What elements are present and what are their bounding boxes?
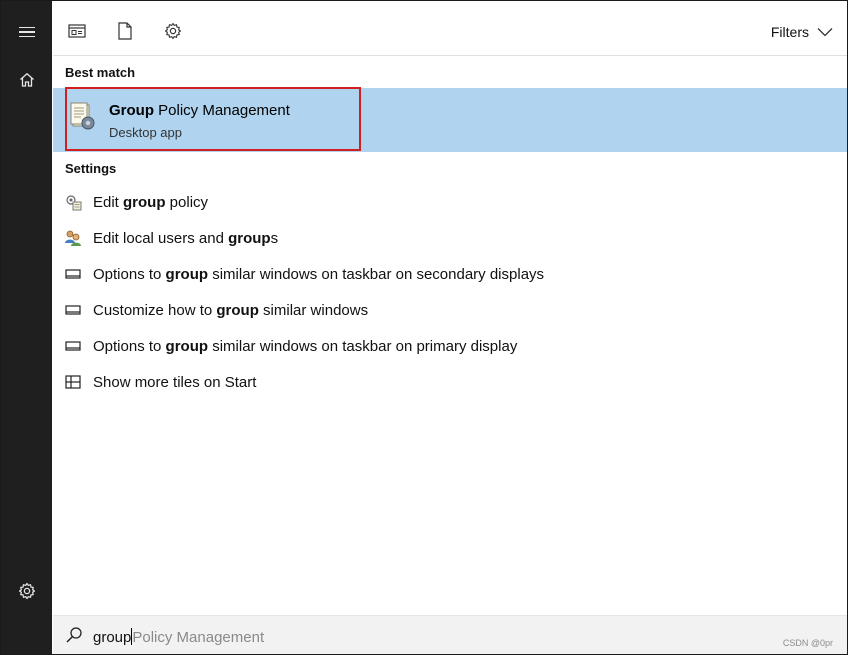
result-label: Options to group similar windows on task… [93, 265, 545, 283]
search-input[interactable]: groupPolicy Management [93, 628, 264, 646]
search-autocomplete: Policy Management [132, 629, 265, 646]
settings-result-more-tiles[interactable]: Show more tiles on Start [53, 364, 847, 400]
best-match-subtitle: Desktop app [109, 125, 182, 140]
display-icon [64, 265, 82, 283]
best-match-heading: Best match [65, 65, 136, 80]
gear-icon[interactable] [1, 571, 52, 611]
group-policy-icon [69, 102, 97, 132]
settings-result-primary-display[interactable]: Options to group similar windows on task… [53, 328, 847, 364]
result-label: Customize how to group similar windows [93, 301, 369, 319]
settings-result-secondary-displays[interactable]: Options to group similar windows on task… [53, 256, 847, 292]
best-match-result[interactable]: Group Policy Management Desktop app [53, 88, 847, 152]
left-rail [1, 1, 52, 654]
watermark: CSDN @0pr [782, 638, 833, 648]
settings-result-edit-group-policy[interactable]: Edit group policy [53, 184, 847, 220]
search-box[interactable]: groupPolicy Management CSDN @0pr [53, 615, 847, 654]
settings-result-customize-group[interactable]: Customize how to group similar windows [53, 292, 847, 328]
filters-label: Filters [770, 24, 809, 40]
result-label: Edit local users and groups [93, 229, 279, 247]
settings-heading: Settings [65, 161, 117, 176]
result-label: Edit group policy [93, 193, 209, 211]
results-toolbar: Filters [53, 1, 847, 56]
users-icon [64, 229, 82, 247]
display-icon [64, 337, 82, 355]
display-icon [64, 301, 82, 319]
settings-result-edit-local-users[interactable]: Edit local users and groups [53, 220, 847, 256]
tiles-icon [64, 373, 82, 391]
apps-icon[interactable] [66, 20, 88, 42]
gear-icon[interactable] [162, 20, 184, 42]
best-match-title: Group Policy Management [109, 102, 290, 119]
result-label: Options to group similar windows on task… [93, 337, 518, 355]
result-label: Show more tiles on Start [93, 373, 257, 391]
chevron-down-icon [817, 24, 833, 40]
start-search-window: Filters Best match Group Policy Manageme… [0, 0, 848, 655]
policy-gear-icon [64, 193, 82, 211]
document-icon[interactable] [114, 20, 136, 42]
filters-dropdown[interactable]: Filters [771, 21, 833, 43]
search-icon [65, 626, 83, 649]
hamburger-icon[interactable] [1, 12, 52, 52]
home-icon[interactable] [1, 60, 52, 100]
